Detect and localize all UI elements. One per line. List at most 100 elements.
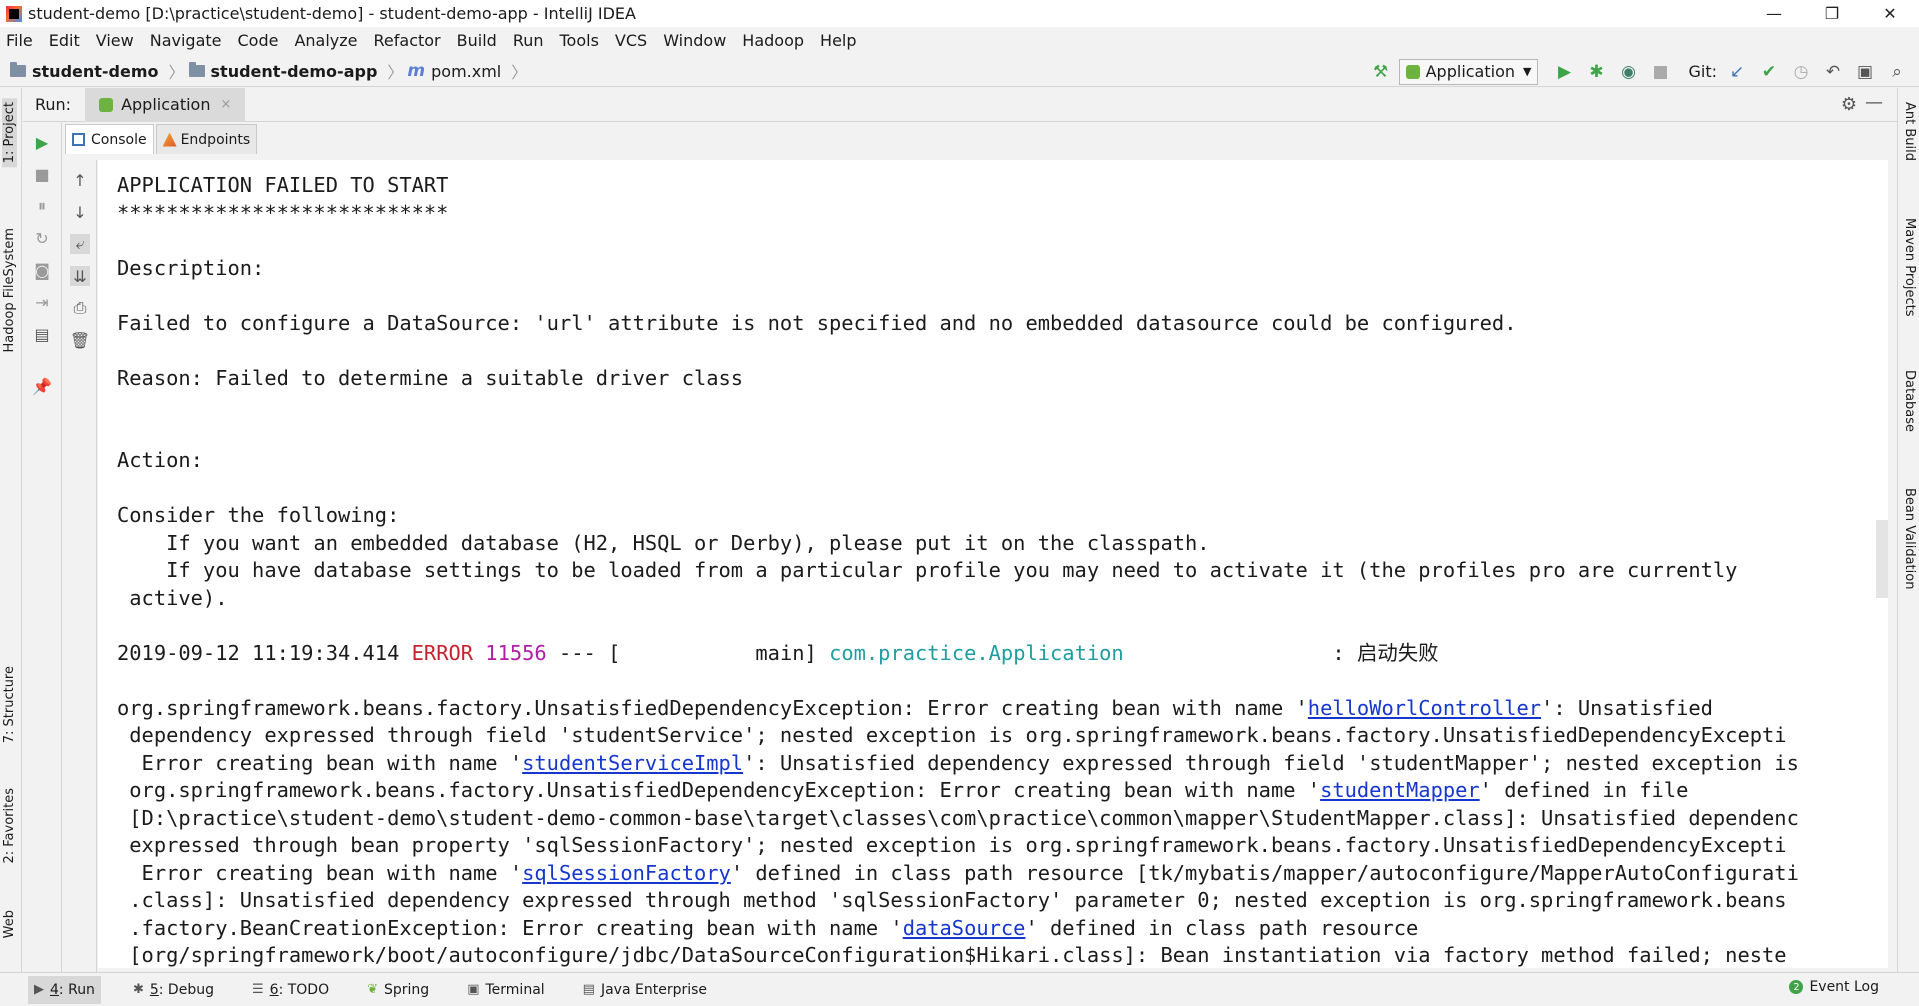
menu-hadoop[interactable]: Hadoop (742, 31, 804, 50)
menu-run[interactable]: Run (513, 31, 544, 50)
git-revert-icon[interactable]: ↶ (1821, 60, 1845, 84)
git-commit-icon[interactable]: ✔ (1757, 60, 1781, 84)
console-output[interactable]: APPLICATION FAILED TO START ************… (98, 160, 1888, 968)
breadcrumb-module[interactable]: student-demo-app (188, 61, 378, 81)
maven-file-icon: m (407, 61, 426, 81)
left-tool-strip: 1: Project Hadoop FileSystem 7: Structur… (0, 88, 22, 972)
breadcrumb-separator: 〉 (511, 63, 528, 82)
console-line: If you want an embedded database (H2, HS… (117, 530, 1210, 555)
close-icon[interactable]: × (220, 97, 231, 112)
breadcrumb-project-label: student-demo (32, 61, 159, 81)
minimize-window-button[interactable]: — (1745, 0, 1803, 27)
bottom-tab-num: 6 (269, 981, 279, 998)
hide-panel-icon[interactable]: — (1865, 92, 1883, 113)
run-configuration-select[interactable]: Application ▼ (1398, 58, 1539, 85)
breadcrumb-separator: 〉 (168, 63, 185, 82)
bottom-tab-label: : Run (58, 981, 95, 998)
breadcrumb-separator: 〉 (387, 63, 404, 82)
source-link[interactable]: sqlSessionFactory (522, 861, 731, 885)
pause-icon[interactable]: ⏸ (32, 196, 52, 216)
stop-run-icon[interactable]: ■ (32, 164, 52, 184)
breadcrumb-module-label: student-demo-app (210, 61, 378, 81)
stop-icon[interactable]: ■ (1648, 60, 1672, 84)
git-update-icon[interactable]: ↙ (1725, 60, 1749, 84)
source-link[interactable]: studentMapper (1320, 778, 1480, 802)
menu-tools[interactable]: Tools (560, 31, 599, 50)
arrow-down-icon[interactable]: ↓ (70, 202, 90, 222)
arrow-up-icon[interactable]: ↑ (70, 170, 90, 190)
layout-icon[interactable]: ▤ (32, 324, 52, 344)
console-text: APPLICATION FAILED TO START ************… (98, 160, 1888, 968)
scroll-to-end-icon[interactable]: ⇊ (70, 266, 90, 286)
git-history-icon[interactable]: ◷ (1789, 60, 1813, 84)
tab-endpoints-label: Endpoints (180, 131, 251, 148)
close-window-button[interactable]: ✕ (1861, 0, 1919, 27)
build-hammer-icon[interactable]: ⚒ (1369, 60, 1393, 84)
menu-edit[interactable]: Edit (49, 31, 80, 50)
exception-text: [D:\practice\student-demo\student-demo-c… (117, 805, 1799, 830)
menu-analyze[interactable]: Analyze (294, 31, 357, 50)
log-logger: com.practice.Application (829, 640, 1124, 665)
tab-console[interactable]: Console (65, 124, 154, 154)
bottom-tab-terminal[interactable]: ▣ Terminal (461, 976, 550, 1004)
bottom-tab-run[interactable]: ▶ 4: Run (28, 975, 101, 1004)
console-actions-toolbar: ↑ ↓ ⤶ ⇊ ⎙ 🗑 (63, 160, 97, 972)
tool-tab-ant-build[interactable]: Ant Build (1902, 102, 1917, 161)
menu-build[interactable]: Build (457, 31, 497, 50)
spring-tab-icon: ❦ (367, 982, 379, 997)
bottom-tab-debug[interactable]: ✱ 5: Debug (127, 976, 220, 1004)
print-icon[interactable]: ⎙ (70, 298, 90, 318)
tool-tab-hadoop-filesystem[interactable]: Hadoop FileSystem (2, 228, 17, 353)
tool-tab-project[interactable]: 1: Project (2, 98, 17, 168)
main-toolbar: ⚒ Application ▼ ▶ ✱ ◉ ■ Git: ↙ ✔ ◷ ↶ ▣ ⌕ (1361, 56, 1909, 87)
tool-tab-web[interactable]: Web (2, 910, 17, 938)
tab-endpoints[interactable]: Endpoints (155, 124, 258, 154)
breadcrumb-file[interactable]: m pom.xml (407, 61, 501, 81)
debug-icon[interactable]: ✱ (1584, 60, 1608, 84)
exit-icon[interactable]: ⇥ (32, 292, 52, 312)
tool-tab-database[interactable]: Database (1902, 370, 1917, 432)
breadcrumb-project[interactable]: student-demo (10, 62, 159, 81)
bottom-tab-todo[interactable]: ☰ 6: TODO (246, 976, 335, 1004)
log-pid: 11556 (473, 640, 547, 665)
tool-tab-favorites[interactable]: 2: Favorites (2, 788, 17, 864)
rerun-icon[interactable]: ▶ (32, 132, 52, 152)
tool-tab-bean-validation[interactable]: Bean Validation (1902, 488, 1917, 589)
run-tab-application[interactable]: Application × (85, 87, 246, 122)
menu-navigate[interactable]: Navigate (150, 31, 222, 50)
menu-help[interactable]: Help (820, 31, 856, 50)
tool-tab-structure[interactable]: 7: Structure (2, 666, 17, 743)
menu-file[interactable]: File (6, 31, 33, 50)
restore-layout-icon[interactable]: ↻ (32, 228, 52, 248)
event-log-label: Event Log (1809, 979, 1879, 995)
bottom-tab-java-enterprise[interactable]: ▤ Java Enterprise (577, 976, 713, 1004)
event-log-button[interactable]: 2 Event Log (1789, 979, 1879, 995)
source-link[interactable]: studentServiceImpl (522, 751, 743, 775)
intellij-icon (6, 5, 22, 22)
trash-icon[interactable]: 🗑 (70, 330, 90, 350)
console-line: Consider the following: (117, 503, 400, 527)
run-icon[interactable]: ▶ (1552, 60, 1576, 84)
menu-code[interactable]: Code (238, 31, 279, 50)
pin-icon[interactable]: 📌 (32, 376, 52, 396)
source-link[interactable]: helloWorlController (1308, 696, 1541, 720)
menu-refactor[interactable]: Refactor (374, 31, 441, 50)
search-icon[interactable]: ⌕ (1885, 60, 1909, 84)
screenshot-icon[interactable]: ◙ (32, 260, 52, 280)
source-link[interactable]: dataSource (903, 916, 1026, 940)
console-line: APPLICATION FAILED TO START (117, 173, 449, 197)
run-configuration-label: Application (1425, 62, 1516, 81)
exception-text: ': Unsatisfied (1541, 695, 1713, 720)
vertical-scrollbar[interactable] (1876, 520, 1888, 598)
coverage-icon[interactable]: ◉ (1616, 60, 1640, 84)
chevron-down-icon: ▼ (1523, 65, 1532, 78)
menu-vcs[interactable]: VCS (615, 31, 647, 50)
tool-tab-maven-projects[interactable]: Maven Projects (1902, 218, 1917, 317)
soft-wrap-icon[interactable]: ⤶ (70, 234, 90, 254)
restore-window-button[interactable]: ❐ (1803, 0, 1861, 27)
project-structure-icon[interactable]: ▣ (1853, 60, 1877, 84)
gear-icon[interactable]: ⚙ (1841, 94, 1857, 115)
menu-view[interactable]: View (96, 31, 134, 50)
menu-window[interactable]: Window (663, 31, 726, 50)
bottom-tab-spring[interactable]: ❦ Spring (361, 976, 435, 1004)
